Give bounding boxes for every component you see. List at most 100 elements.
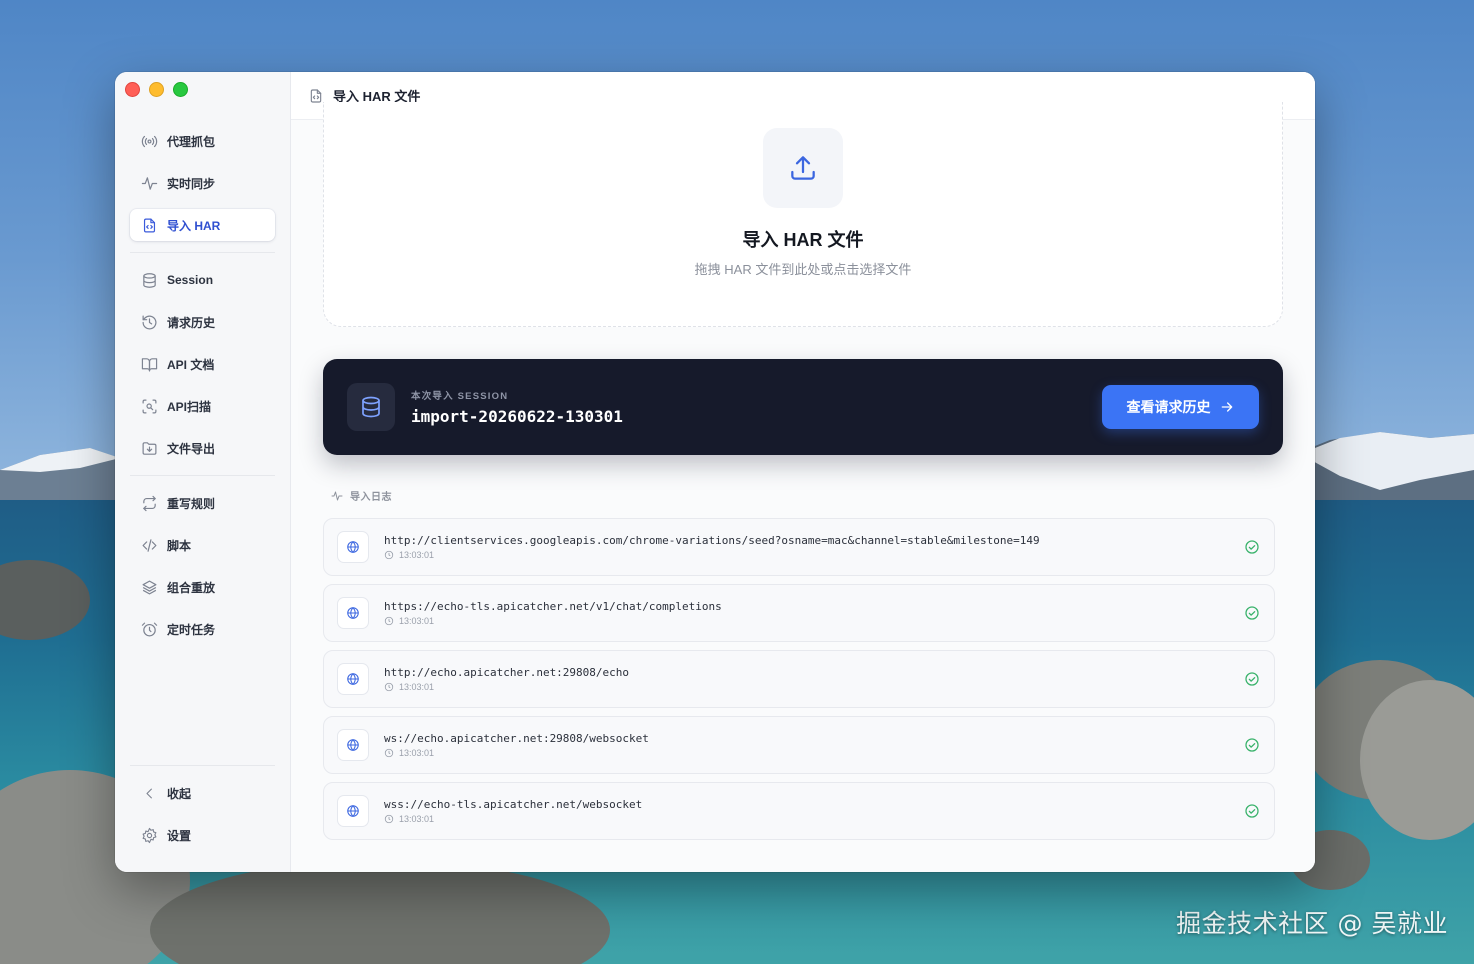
check-circle-icon xyxy=(1244,737,1260,753)
sidebar-item-label: 重写规则 xyxy=(167,496,216,511)
zoom-window-button[interactable] xyxy=(173,82,188,97)
file-code-icon xyxy=(140,216,158,234)
log-entry-url: wss://echo-tls.apicatcher.net/websocket xyxy=(384,798,643,811)
sidebar-item-label: API扫描 xyxy=(167,399,212,414)
globe-icon xyxy=(337,795,369,827)
sidebar-item-rewrite-rules[interactable]: 重写规则 xyxy=(130,487,275,519)
log-entry-time-row: 13:03:01 xyxy=(384,748,434,758)
watermark: 掘金技术社区 @ 吴就业 xyxy=(1176,909,1448,938)
log-entry[interactable]: http://clientservices.googleapis.com/chr… xyxy=(323,518,1275,576)
broadcast-icon xyxy=(140,132,158,150)
sidebar-item-scripts[interactable]: 脚本 xyxy=(130,529,275,561)
close-window-button[interactable] xyxy=(125,82,140,97)
sidebar-item-proxy[interactable]: 代理抓包 xyxy=(130,125,275,157)
scan-icon xyxy=(140,397,158,415)
log-entry[interactable]: https://echo-tls.apicatcher.net/v1/chat/… xyxy=(323,584,1275,642)
log-entry-time-row: 13:03:01 xyxy=(384,616,434,626)
import-log-header: 导入日志 xyxy=(331,488,392,503)
import-log-title: 导入日志 xyxy=(350,492,392,503)
globe-icon xyxy=(337,531,369,563)
clock-icon xyxy=(384,550,394,560)
sidebar-item-label: 定时任务 xyxy=(167,622,216,637)
collapse-label: 收起 xyxy=(167,786,192,801)
check-circle-icon xyxy=(1244,671,1260,687)
sidebar-item-realtime-sync[interactable]: 实时同步 xyxy=(130,167,275,199)
app-window: 代理抓包 实时同步 导入 HAR Session 请求历史 API 文档 API… xyxy=(115,72,1315,872)
chevron-left-icon xyxy=(140,784,158,802)
log-entry-time-row: 13:03:01 xyxy=(384,550,434,560)
log-entry[interactable]: ws://echo.apicatcher.net:29808/websocket… xyxy=(323,716,1275,774)
settings-label: 设置 xyxy=(167,828,192,843)
log-entry[interactable]: http://echo.apicatcher.net:29808/echo 13… xyxy=(323,650,1275,708)
sidebar-item-combined-replay[interactable]: 组合重放 xyxy=(130,571,275,603)
file-code-icon xyxy=(308,88,324,104)
import-session-card: 本次导入 SESSION import-20260622-130301 查看请求… xyxy=(323,359,1283,455)
sidebar-item-api-scan[interactable]: API扫描 xyxy=(130,390,275,422)
activity-icon xyxy=(140,174,158,192)
session-kicker: 本次导入 SESSION xyxy=(411,391,509,402)
clock-icon xyxy=(384,682,394,692)
log-entry-url: https://echo-tls.apicatcher.net/v1/chat/… xyxy=(384,600,722,613)
sidebar-divider xyxy=(130,765,275,766)
globe-icon xyxy=(337,597,369,629)
sidebar-item-label: 请求历史 xyxy=(167,315,216,330)
sidebar-item-label: 实时同步 xyxy=(167,176,216,191)
sidebar-item-import-har[interactable]: 导入 HAR xyxy=(130,209,275,241)
sidebar-item-api-docs[interactable]: API 文档 xyxy=(130,348,275,380)
log-entry[interactable]: wss://echo-tls.apicatcher.net/websocket … xyxy=(323,782,1275,840)
button-label: 查看请求历史 xyxy=(1126,399,1211,415)
log-entry-time-row: 13:03:01 xyxy=(384,682,434,692)
sidebar-item-file-export[interactable]: 文件导出 xyxy=(130,432,275,464)
database-icon xyxy=(347,383,395,431)
globe-icon xyxy=(337,729,369,761)
clock-icon xyxy=(384,814,394,824)
arrow-right-icon xyxy=(1219,399,1235,415)
log-entry-time: 13:03:01 xyxy=(399,814,435,824)
log-entry-url: ws://echo.apicatcher.net:29808/websocket xyxy=(384,732,649,745)
collapse-sidebar-button[interactable]: 收起 xyxy=(130,777,275,809)
globe-icon xyxy=(337,663,369,695)
sidebar: 代理抓包 实时同步 导入 HAR Session 请求历史 API 文档 API… xyxy=(115,72,291,872)
sidebar-item-label: 组合重放 xyxy=(167,580,216,595)
dropzone-subtitle: 拖拽 HAR 文件到此处或点击选择文件 xyxy=(694,262,912,277)
history-icon xyxy=(140,313,158,331)
log-entry-time: 13:03:01 xyxy=(399,682,435,692)
repeat-icon xyxy=(140,494,158,512)
sidebar-divider xyxy=(130,475,275,476)
check-circle-icon xyxy=(1244,605,1260,621)
database-icon xyxy=(140,271,158,289)
sidebar-item-label: Session xyxy=(167,273,214,287)
check-circle-icon xyxy=(1244,803,1260,819)
folder-export-icon xyxy=(140,439,158,457)
har-dropzone[interactable]: 导入 HAR 文件 拖拽 HAR 文件到此处或点击选择文件 xyxy=(323,102,1283,327)
clock-icon xyxy=(384,748,394,758)
sidebar-divider xyxy=(130,252,275,253)
log-entry-time: 13:03:01 xyxy=(399,748,435,758)
log-entry-time-row: 13:03:01 xyxy=(384,814,434,824)
clock-icon xyxy=(384,616,394,626)
book-icon xyxy=(140,355,158,373)
view-request-history-button[interactable]: 查看请求历史 xyxy=(1102,385,1259,429)
gear-icon xyxy=(140,826,158,844)
activity-icon xyxy=(331,490,343,502)
sidebar-item-label: 文件导出 xyxy=(167,441,216,456)
alarm-icon xyxy=(140,620,158,638)
sidebar-item-session[interactable]: Session xyxy=(130,264,275,296)
sidebar-item-request-history[interactable]: 请求历史 xyxy=(130,306,275,338)
sidebar-item-label: 脚本 xyxy=(167,538,192,553)
sidebar-item-scheduled-tasks[interactable]: 定时任务 xyxy=(130,613,275,645)
window-controls xyxy=(125,82,188,97)
dropzone-title: 导入 HAR 文件 xyxy=(742,230,864,250)
sidebar-item-label: API 文档 xyxy=(167,357,215,372)
layers-icon xyxy=(140,578,158,596)
upload-icon-box xyxy=(763,128,843,208)
log-entry-time: 13:03:01 xyxy=(399,550,435,560)
code-icon xyxy=(140,536,158,554)
log-entry-time: 13:03:01 xyxy=(399,616,435,626)
minimize-window-button[interactable] xyxy=(149,82,164,97)
check-circle-icon xyxy=(1244,539,1260,555)
session-name: import-20260622-130301 xyxy=(411,407,623,426)
log-entry-url: http://echo.apicatcher.net:29808/echo xyxy=(384,666,630,679)
settings-button[interactable]: 设置 xyxy=(130,819,275,851)
main-content: 导入 HAR 文件 导入 HAR 文件 拖拽 HAR 文件到此处或点击选择文件 … xyxy=(291,72,1315,872)
